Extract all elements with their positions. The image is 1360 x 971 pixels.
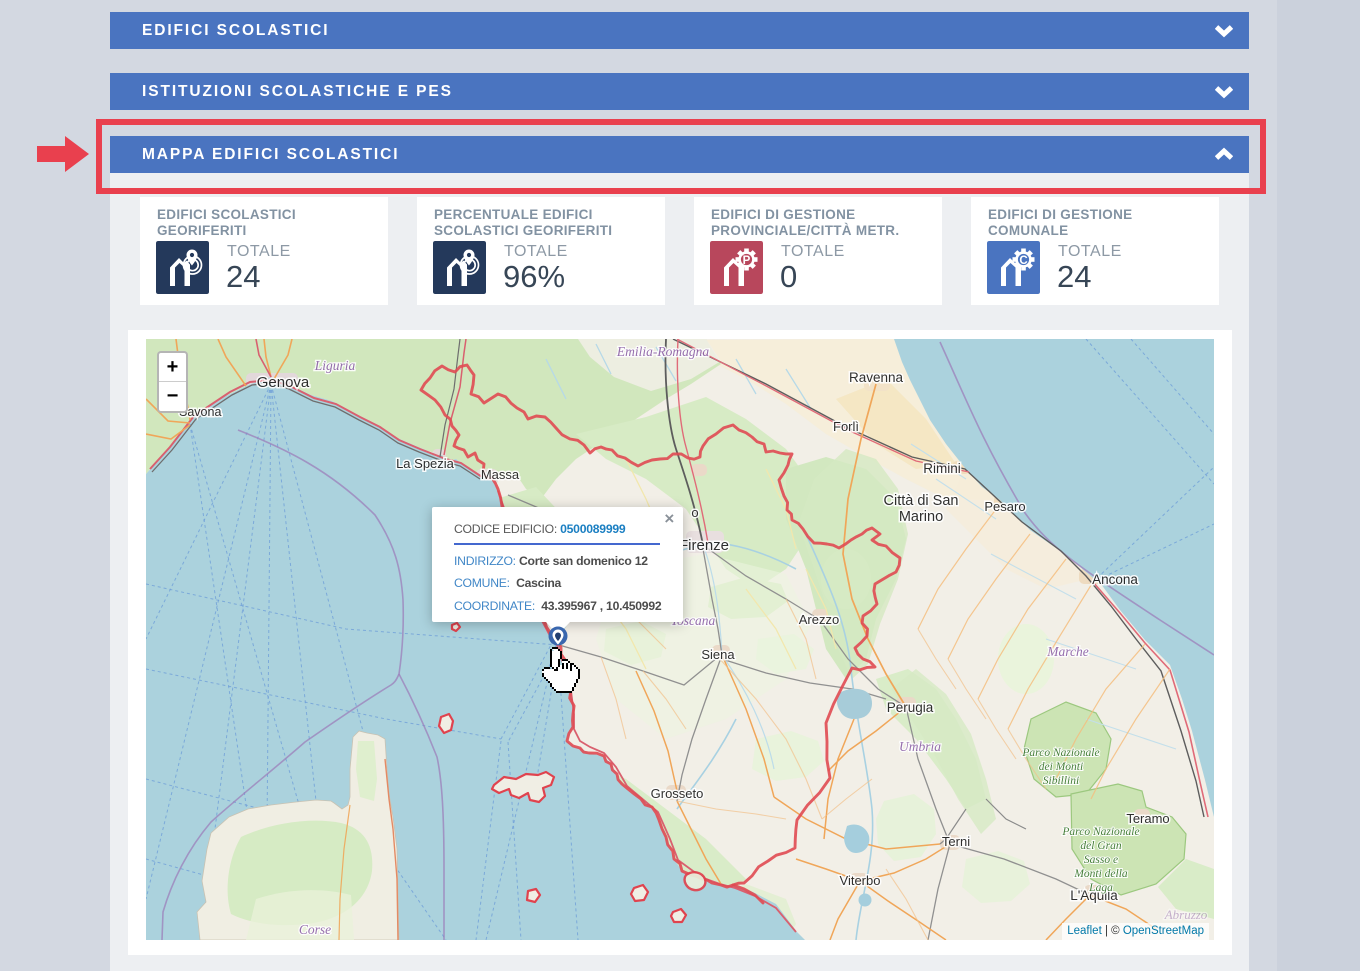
svg-text:del Gran: del Gran — [1080, 840, 1121, 852]
svg-text:Monti della: Monti della — [1073, 868, 1128, 880]
svg-text:Teramo: Teramo — [1126, 811, 1169, 826]
svg-text:La Spezia: La Spezia — [396, 456, 455, 471]
svg-text:Parco Nazionale: Parco Nazionale — [1021, 747, 1099, 759]
svg-text:Rimini: Rimini — [923, 461, 961, 476]
svg-text:Emilia-Romagna: Emilia-Romagna — [616, 344, 709, 359]
svg-text:Abruzzo: Abruzzo — [1164, 907, 1208, 922]
svg-text:Marche: Marche — [1046, 644, 1088, 659]
svg-text:Massa: Massa — [481, 467, 520, 482]
svg-text:Marino: Marino — [899, 509, 943, 525]
svg-text:Perugia: Perugia — [887, 700, 934, 715]
svg-text:Grosseto: Grosseto — [651, 786, 704, 801]
svg-text:Sibillini: Sibillini — [1043, 775, 1079, 787]
svg-text:Firenze: Firenze — [679, 537, 729, 554]
svg-text:o: o — [691, 505, 698, 520]
svg-text:Umbria: Umbria — [899, 739, 941, 754]
svg-text:Terni: Terni — [942, 834, 970, 849]
svg-text:Laga: Laga — [1088, 882, 1113, 894]
svg-text:Arezzo: Arezzo — [799, 612, 839, 627]
svg-text:Genova: Genova — [257, 374, 310, 391]
svg-text:Liguria: Liguria — [314, 358, 356, 373]
svg-text:Corse: Corse — [299, 922, 331, 937]
svg-text:Viterbo: Viterbo — [840, 873, 881, 888]
svg-text:Parco Nazionale: Parco Nazionale — [1061, 826, 1139, 838]
svg-text:Siena: Siena — [701, 647, 735, 662]
svg-text:Pesaro: Pesaro — [984, 499, 1025, 514]
svg-text:Sasso e: Sasso e — [1084, 854, 1118, 866]
svg-text:P: P — [743, 255, 751, 267]
svg-text:Ancona: Ancona — [1092, 572, 1138, 587]
svg-text:dei Monti: dei Monti — [1039, 761, 1083, 773]
svg-text:Città di San: Città di San — [884, 493, 959, 509]
svg-text:Forlì: Forlì — [833, 419, 859, 434]
svg-text:C: C — [1019, 255, 1027, 267]
svg-text:Ravenna: Ravenna — [849, 370, 904, 385]
